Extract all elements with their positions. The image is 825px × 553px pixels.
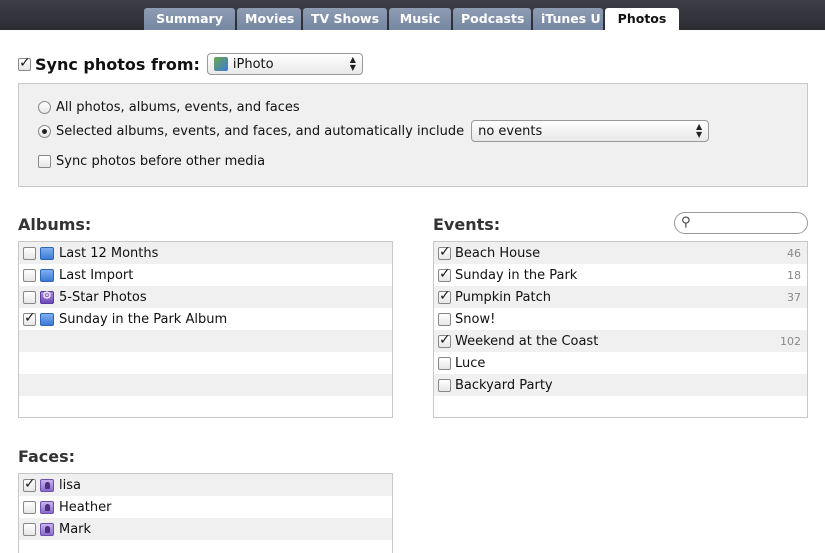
event-checkbox[interactable] [438,332,451,348]
album-row[interactable]: Last 12 Months [19,242,392,264]
face-row[interactable]: lisa [19,474,392,496]
albums-list[interactable]: Last 12 Months Last Import 5-Star Photos… [18,241,393,418]
album-checkbox[interactable] [23,310,36,326]
sync-photos-label: Sync photos from: [35,54,200,74]
event-checkbox[interactable] [438,312,451,326]
iphoto-icon [213,57,228,71]
album-checkbox[interactable] [23,268,36,282]
album-row[interactable]: Last Import [19,264,392,286]
face-label: lisa [59,477,81,493]
tab-movies[interactable]: Movies [237,8,301,30]
event-checkbox[interactable] [438,356,451,370]
event-row[interactable]: Luce [434,352,807,374]
option-all: All photos, albums, events, and faces [38,100,300,115]
auto-include-value: no events [478,123,543,139]
album-checkbox[interactable] [23,290,36,304]
search-icon: ⚲ [681,215,691,230]
event-label: Luce [455,355,486,371]
empty-row [19,352,392,374]
album-label: Sunday in the Park Album [59,311,228,327]
album-icon [40,268,54,282]
event-row[interactable]: Sunday in the Park 18 [434,264,807,286]
select-arrows-icon: ▲ ▼ [695,122,703,139]
photo-source-select[interactable]: iPhoto ▲ ▼ [206,53,363,75]
sync-photos-checkbox[interactable] [18,55,31,71]
option-before-media: Sync photos before other media [38,154,265,169]
album-label: Last 12 Months [59,245,159,261]
event-count: 18 [787,268,801,282]
event-row[interactable]: Pumpkin Patch 37 [434,286,807,308]
face-label: Mark [59,521,92,537]
sync-before-media-label: Sync photos before other media [56,154,266,169]
select-arrows-icon: ▲ ▼ [349,55,356,72]
event-label: Weekend at the Coast [455,333,599,349]
album-row[interactable]: Sunday in the Park Album [19,308,392,330]
selected-items-radio[interactable] [38,124,51,138]
event-label: Sunday in the Park [455,267,578,283]
auto-include-select[interactable]: no events ▲ ▼ [471,120,710,142]
event-checkbox[interactable] [438,266,451,282]
event-row[interactable]: Beach House 46 [434,242,807,264]
event-checkbox[interactable] [438,378,451,392]
event-label: Backyard Party [455,377,553,393]
tab-strip: Summary Movies TV Shows Music Podcasts i… [144,8,681,30]
all-photos-radio[interactable] [38,101,51,114]
empty-row [19,396,392,417]
album-icon [40,246,54,260]
selected-items-label: Selected albums, events, and faces, and … [56,123,465,139]
face-checkbox[interactable] [23,500,36,514]
event-count: 46 [787,246,801,260]
albums-heading: Albums: [18,215,92,234]
face-icon [40,522,54,536]
faces-list[interactable]: lisa Heather Mark [18,473,393,553]
faces-heading: Faces: [18,447,76,466]
face-icon [40,478,54,492]
face-row[interactable]: Mark [19,518,392,540]
event-count: 102 [780,334,801,348]
sync-photos-row: Sync photos from: iPhoto ▲▼ [18,53,363,75]
tab-photos[interactable]: Photos [605,8,679,30]
event-row[interactable]: Snow! [434,308,807,330]
face-checkbox[interactable] [23,476,36,492]
face-label: Heather [59,499,112,515]
events-search-field[interactable]: ⚲ [674,212,808,234]
sync-options-panel: All photos, albums, events, and faces Se… [18,83,808,187]
event-count: 37 [787,290,801,304]
event-checkbox[interactable] [438,288,451,304]
tab-bar: Summary Movies TV Shows Music Podcasts i… [0,0,825,30]
events-list[interactable]: Beach House 46 Sunday in the Park 18 Pum… [433,241,808,418]
event-row[interactable]: Backyard Party [434,374,807,396]
option-selected: Selected albums, events, and faces, and … [38,120,710,142]
event-checkbox[interactable] [438,244,451,260]
photo-source-value: iPhoto [232,56,274,72]
tab-itunes-u[interactable]: iTunes U [533,8,603,30]
event-label: Beach House [455,245,541,261]
album-icon [40,312,54,326]
event-label: Snow! [455,311,496,327]
sync-before-media-checkbox[interactable] [38,155,51,168]
face-icon [40,500,54,514]
events-heading: Events: [433,215,501,234]
empty-row [19,330,392,352]
event-row[interactable]: Weekend at the Coast 102 [434,330,807,352]
face-checkbox[interactable] [23,522,36,536]
all-photos-label: All photos, albums, events, and faces [56,100,300,115]
tab-music[interactable]: Music [389,8,451,30]
album-label: Last Import [59,267,134,283]
album-checkbox[interactable] [23,246,36,260]
tab-summary[interactable]: Summary [144,8,235,30]
empty-row [19,374,392,396]
tab-podcasts[interactable]: Podcasts [453,8,531,30]
smart-album-icon [40,289,54,304]
event-label: Pumpkin Patch [455,289,551,305]
tab-tv-shows[interactable]: TV Shows [303,8,387,30]
album-label: 5-Star Photos [59,289,147,305]
empty-row [434,396,807,417]
face-row[interactable]: Heather [19,496,392,518]
album-row[interactable]: 5-Star Photos [19,286,392,308]
